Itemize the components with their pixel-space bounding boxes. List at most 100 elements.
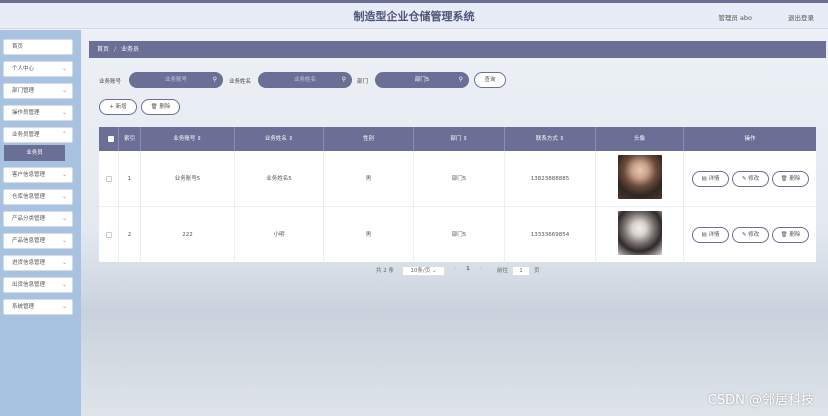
col-phone[interactable]: 联系方式 ⇕ [505, 127, 596, 151]
sidebar-item-customer[interactable]: 客户信息管理 ⌄ [3, 167, 73, 183]
sidebar-item-label: 首页 [12, 44, 24, 50]
cell-avatar [596, 207, 684, 263]
cell-operations: ▤ 详情 ✎ 修改 🗑 删除 [684, 207, 816, 263]
row-select[interactable] [99, 207, 119, 263]
avatar[interactable] [618, 211, 662, 255]
query-button[interactable]: 查询 [474, 72, 506, 88]
goto-page-input[interactable]: 1 [512, 266, 530, 276]
dept-label: 部门 [357, 79, 369, 85]
document-icon: ▤ [701, 176, 707, 182]
trash-icon: 🗑 [150, 104, 158, 110]
edit-label: 修改 [748, 176, 760, 182]
chevron-down-icon: ⌄ [61, 109, 67, 116]
cell-phone: 13823888885 [505, 151, 596, 207]
sidebar-item-operator[interactable]: 操作员管理 ⌄ [3, 105, 73, 121]
edit-button[interactable]: ✎ 修改 [732, 171, 769, 187]
app-header: 制造型企业仓储管理系统 管理员 abo 退出登录 [0, 3, 828, 29]
chevron-down-icon: ⌄ [61, 87, 67, 94]
current-page[interactable]: 1 [466, 266, 470, 272]
watermark: CSDN @邻居科技 [707, 393, 814, 408]
cell-phone: 13333669854 [505, 207, 596, 263]
chevron-down-icon: ⌄ [61, 171, 67, 178]
breadcrumb-home[interactable]: 首页 [97, 46, 109, 53]
chevron-down-icon: ⌄ [61, 259, 67, 266]
sidebar-item-shipment[interactable]: 出货信息管理 ⌄ [3, 277, 73, 293]
col-operations: 操作 [744, 136, 756, 142]
add-button[interactable]: + 新增 [99, 99, 137, 115]
col-avatar: 头像 [596, 127, 684, 151]
breadcrumb-current: 业务员 [121, 46, 140, 53]
goto-label: 前往 [497, 268, 509, 274]
batch-delete-button[interactable]: 🗑 删除 [141, 99, 180, 115]
current-user[interactable]: 管理员 abo [718, 12, 752, 22]
col-account[interactable]: 业务账号 ⇕ [141, 127, 235, 151]
page-suffix: 页 [534, 268, 540, 274]
delete-button[interactable]: 🗑 删除 [772, 171, 809, 187]
sidebar-item-purchase[interactable]: 进货信息管理 ⌄ [3, 255, 73, 271]
chevron-down-icon: ⌄ [61, 65, 67, 72]
cell-name: 业务姓名5 [235, 151, 324, 207]
sidebar-item-label: 产品分类管理 [12, 216, 46, 222]
col-dept[interactable]: 部门 ⇕ [414, 127, 505, 151]
sidebar-item-personal-center[interactable]: 个人中心 ⌄ [3, 61, 73, 77]
sidebar-item-label: 出货信息管理 [12, 282, 46, 288]
breadcrumb: 首页 / 业务员 [89, 41, 826, 58]
edit-button[interactable]: ✎ 修改 [732, 227, 769, 243]
chevron-down-icon: ⌄ [61, 281, 67, 288]
sidebar-item-product-info[interactable]: 产品信息管理 ⌄ [3, 233, 73, 249]
dept-value: 部门5 [414, 77, 430, 83]
sidebar-item-label: 业务员管理 [12, 132, 40, 138]
app-title: 制造型企业仓储管理系统 [353, 10, 475, 23]
name-search-input[interactable]: 业务姓名 ⚲ [258, 72, 352, 88]
col-name[interactable]: 业务姓名 ⇕ [235, 127, 324, 151]
sidebar-item-department[interactable]: 部门管理 ⌄ [3, 83, 73, 99]
account-placeholder: 业务账号 [164, 77, 187, 83]
next-page-button[interactable]: › [480, 266, 482, 272]
dept-select[interactable]: 部门5 ⚲ [375, 72, 469, 88]
sidebar-item-system[interactable]: 系统管理 ⌄ [3, 299, 73, 315]
edit-icon: ✎ [741, 176, 747, 182]
detail-button[interactable]: ▤ 详情 [692, 227, 729, 243]
document-icon: ▤ [701, 232, 707, 238]
chevron-down-icon: ⌄ [61, 193, 67, 200]
sidebar-item-label: 进货信息管理 [12, 260, 46, 266]
page-size-select[interactable]: 10条/页 ⌄ [402, 266, 445, 276]
checkbox-icon[interactable] [106, 232, 112, 238]
sidebar: 首页 个人中心 ⌄ 部门管理 ⌄ 操作员管理 ⌄ 业务员管理 ⌃ 业务员 客户信息管理 ⌄… [0, 30, 81, 416]
sidebar-item-product-category[interactable]: 产品分类管理 ⌄ [3, 211, 73, 227]
logout-link[interactable]: 退出登录 [788, 12, 814, 22]
edit-label: 修改 [748, 232, 760, 238]
col-index: 索引 [119, 127, 141, 151]
edit-icon: ✎ [741, 232, 747, 238]
row-select[interactable] [99, 151, 119, 207]
search-icon: ⚲ [212, 76, 217, 83]
cell-index: 1 [119, 151, 141, 207]
name-label: 业务姓名 [229, 79, 252, 85]
breadcrumb-separator: / [114, 46, 117, 53]
sidebar-item-label: 系统管理 [12, 304, 35, 310]
cell-operations: ▤ 详情 ✎ 修改 🗑 删除 [684, 151, 816, 207]
avatar[interactable] [618, 155, 662, 199]
delete-label: 删除 [789, 176, 801, 182]
prev-page-button[interactable]: ‹ [454, 266, 456, 272]
cell-dept: 部门5 [414, 151, 505, 207]
search-icon: ⚲ [341, 76, 346, 83]
sidebar-item-home[interactable]: 首页 [3, 39, 73, 55]
delete-button[interactable]: 🗑 删除 [772, 227, 809, 243]
chevron-down-icon: ⌄ [61, 215, 67, 222]
detail-button[interactable]: ▤ 详情 [692, 171, 729, 187]
sidebar-item-label: 部门管理 [12, 88, 35, 94]
cell-index: 2 [119, 207, 141, 263]
checkbox-icon[interactable] [106, 176, 112, 182]
sidebar-subitem-salesman[interactable]: 业务员 [4, 145, 65, 161]
header-select-all[interactable] [99, 127, 119, 151]
sidebar-item-salesman[interactable]: 业务员管理 ⌃ [3, 127, 73, 143]
checkbox-icon[interactable] [108, 136, 114, 142]
chevron-down-icon: ⌄ [61, 303, 67, 310]
account-search-input[interactable]: 业务账号 ⚲ [129, 72, 223, 88]
sidebar-item-warehouse[interactable]: 仓库信息管理 ⌄ [3, 189, 73, 205]
cell-gender: 男 [324, 151, 414, 207]
data-table: 索引 业务账号 ⇕ 业务姓名 ⇕ 性别 部门 ⇕ 联系方式 ⇕ 头像 操作 1 … [99, 127, 816, 263]
trash-icon: 🗑 [780, 232, 788, 238]
sidebar-item-label: 个人中心 [12, 66, 35, 72]
